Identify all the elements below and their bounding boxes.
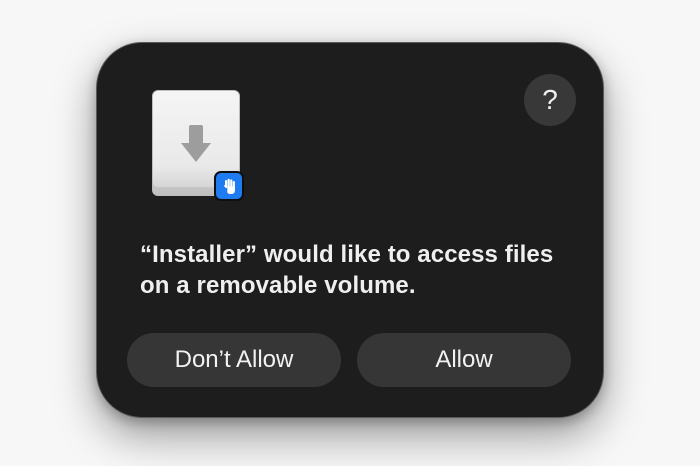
removable-volume-icon [152,90,245,202]
help-button[interactable]: ? [524,74,576,126]
privacy-hand-icon [214,171,244,201]
dont-allow-button[interactable]: Don’t Allow [127,333,341,387]
allow-button[interactable]: Allow [357,333,571,387]
permission-dialog: ? “Installer” would like to access files… [96,42,604,418]
download-arrow-icon [181,125,211,162]
permission-message: “Installer” would like to access files o… [140,241,554,299]
question-mark-icon: ? [542,84,558,115]
